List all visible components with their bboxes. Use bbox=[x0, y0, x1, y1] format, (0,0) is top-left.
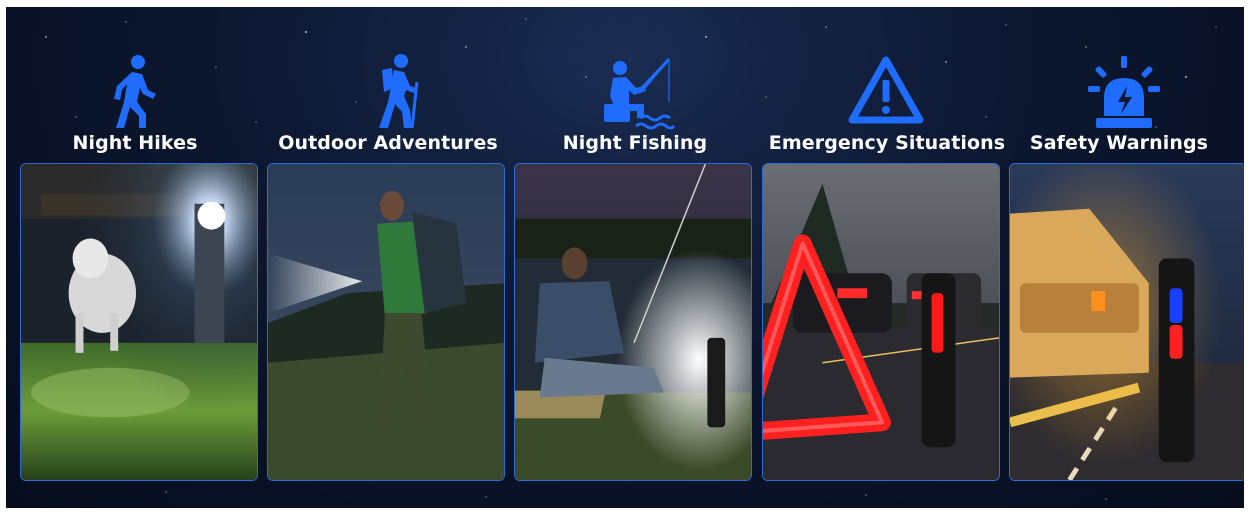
photo-emergency-situations bbox=[762, 163, 1000, 481]
hiker-with-stick-icon bbox=[358, 52, 438, 132]
siren-light-icon bbox=[1084, 52, 1164, 132]
activities-banner: Night Hikes Outdoor Adventures Night Fis… bbox=[6, 7, 1244, 508]
warning-triangle-icon bbox=[846, 52, 926, 132]
activity-label-night-fishing: Night Fishing bbox=[562, 132, 708, 154]
activity-label-night-hikes: Night Hikes bbox=[72, 132, 198, 154]
activity-label-emergency-situations: Emergency Situations bbox=[768, 132, 1006, 154]
photo-outdoor-adventures bbox=[267, 163, 505, 481]
photo-night-hikes bbox=[20, 163, 258, 481]
photo-safety-warnings bbox=[1009, 163, 1244, 481]
activity-label-safety-warnings: Safety Warnings bbox=[1029, 132, 1209, 154]
photo-night-fishing bbox=[514, 163, 752, 481]
walking-person-icon bbox=[94, 52, 174, 132]
fishing-person-icon bbox=[596, 52, 676, 132]
activity-label-outdoor-adventures: Outdoor Adventures bbox=[278, 132, 498, 154]
